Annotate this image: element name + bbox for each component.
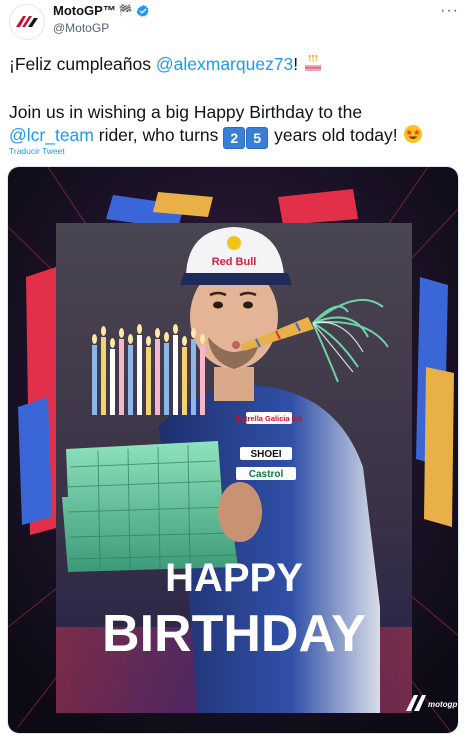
tweet-card: MotoGP™ 🏁 @MotoGP ··· ¡Feliz cumpleaños … — [0, 0, 469, 742]
rider-cap-brim — [180, 273, 292, 285]
more-options-icon[interactable]: ··· — [440, 2, 459, 20]
tweet-line-1: ¡Feliz cumpleaños @alexmarquez73! — [9, 53, 459, 79]
birthday-poster: Estrella Galicia 0,0 SHOEI Castrol Red B… — [8, 167, 458, 733]
display-name[interactable]: MotoGP™ — [53, 3, 116, 18]
handle[interactable]: @MotoGP — [53, 21, 109, 35]
flag-emoji: 🏁 — [118, 5, 133, 17]
verified-badge-icon — [136, 4, 149, 17]
suit-logo-shoei: SHOEI — [250, 449, 281, 460]
star-struck-emoji — [403, 124, 423, 150]
keycap-digit-5: 5 — [246, 127, 269, 149]
suit-logo-estrella: Estrella Galicia 0,0 — [236, 414, 302, 423]
tweet-line-3: @lcr_team rider, who turns 25 years old … — [9, 124, 459, 150]
mention-alexmarquez73[interactable]: @alexmarquez73 — [156, 54, 293, 74]
translate-tweet-link[interactable]: Traducir Tweet — [9, 146, 65, 156]
headline-happy: HAPPY — [165, 556, 303, 600]
tweet-media-image[interactable]: Estrella Galicia 0,0 SHOEI Castrol Red B… — [7, 166, 459, 734]
motogp-logo-icon — [16, 16, 38, 27]
rider-mouth — [232, 341, 240, 349]
keycap-digit-2: 2 — [223, 127, 246, 149]
suit-logo-castrol: Castrol — [249, 469, 284, 480]
tweet-line-2: Join us in wishing a big Happy Birthday … — [9, 102, 363, 122]
avatar[interactable] — [9, 4, 45, 40]
text-segment: ¡Feliz cumpleaños — [9, 54, 156, 74]
rider-eye-right — [243, 301, 253, 309]
tweet-text: ¡Feliz cumpleaños @alexmarquez73! Join u… — [9, 53, 459, 150]
watermark-text: motogp — [428, 700, 457, 709]
decor-panel-blue-left — [18, 397, 52, 525]
cap-logo-text: Red Bull — [212, 256, 257, 268]
rider-hand — [218, 482, 262, 542]
text-segment: years old today! — [269, 125, 403, 145]
text-segment: rider, who turns — [93, 125, 224, 145]
mention-lcr-team[interactable]: @lcr_team — [9, 125, 94, 145]
tweet-header: MotoGP™ 🏁 @MotoGP ··· — [0, 0, 469, 44]
text-segment: ! — [293, 54, 299, 74]
decor-panel-yellow-right — [424, 367, 454, 527]
display-name-row: MotoGP™ 🏁 — [53, 3, 150, 18]
cap-logo-sun — [227, 236, 241, 250]
birthday-cake-emoji — [303, 53, 323, 79]
headline-birthday: BIRTHDAY — [102, 605, 366, 663]
rider-eye-left — [213, 301, 223, 309]
cake — [62, 441, 238, 572]
rider-neck — [214, 367, 254, 401]
